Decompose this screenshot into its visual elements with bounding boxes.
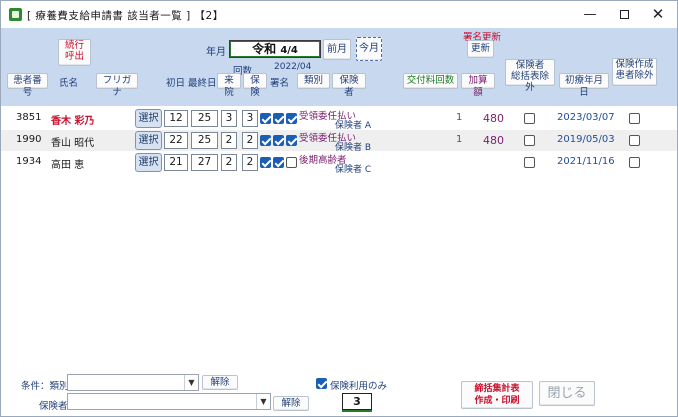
delivery-count: 1 (456, 112, 463, 123)
application-window: [ 療養費支給申請書 該当者一覧 ] 【2】 — ✕ 続行 呼出 年月 令和 4… (0, 0, 678, 417)
row-check-3[interactable] (286, 113, 297, 124)
col-name: 氏名 (59, 78, 79, 89)
visits-field[interactable]: 3 (221, 110, 237, 127)
patient-name: 高田 恵 (51, 160, 85, 171)
table-row[interactable]: 3851 香木 彩乃 選択 12 25 3 3 受領委任払い 保険者 A 1 4… (1, 108, 677, 131)
select-button[interactable]: 選択 (135, 153, 162, 172)
insurance-create-line2: 患者除外 (615, 69, 654, 81)
maximize-icon (619, 10, 629, 19)
select-button[interactable]: 選択 (135, 131, 162, 150)
clear-insurer-button[interactable]: 解除 (273, 396, 309, 411)
insurance-only-checkbox[interactable] (316, 378, 327, 389)
insurance-create-exclude-check[interactable] (629, 135, 640, 146)
insurer-exclude-check[interactable] (524, 157, 535, 168)
table-row[interactable]: 1990 香山 昭代 選択 22 25 2 2 受領委任払い 保険者 B 1 4… (1, 130, 677, 153)
period-label: 2022/04 (274, 62, 312, 72)
insurance-create-button[interactable]: 保険作成 患者除外 (612, 58, 657, 86)
col-first-date[interactable]: 初療年月日 (559, 73, 609, 98)
last-day-field[interactable]: 25 (191, 132, 218, 149)
col-insurance[interactable]: 保険 (243, 73, 267, 98)
minimize-button[interactable]: — (573, 1, 607, 28)
last-day-field[interactable]: 27 (191, 154, 218, 171)
select-button[interactable]: 選択 (135, 109, 162, 128)
insurer-exclude-button[interactable]: 保険者 総括表除外 (505, 59, 555, 93)
this-month-button[interactable]: 今月 (356, 37, 382, 61)
first-date: 2023/03/07 (557, 112, 615, 123)
first-day-field[interactable]: 22 (164, 132, 188, 149)
date-value: 4/4 (280, 45, 298, 56)
row-check-1[interactable] (260, 157, 271, 168)
clear-category-button[interactable]: 解除 (202, 375, 238, 390)
added-amount: 480 (483, 112, 504, 125)
summary-line2: 作成・印刷 (474, 396, 520, 406)
row-check-1[interactable] (260, 113, 271, 124)
col-insurer[interactable]: 保険者 (332, 73, 366, 98)
app-icon (9, 8, 22, 21)
insurance-field[interactable]: 2 (242, 154, 258, 171)
year-month-field[interactable]: 令和 4/4 (229, 40, 321, 58)
col-furigana[interactable]: フリガナ (96, 73, 138, 98)
col-added-amount[interactable]: 加算額 (461, 73, 495, 98)
insurance-field[interactable]: 2 (242, 132, 258, 149)
insurer-name: 保険者 C (335, 165, 372, 175)
count-field[interactable]: 3 (342, 393, 372, 410)
insurer-filter-label: 保険者 (39, 401, 68, 412)
insurer-exclude-line2: 総括表除外 (510, 70, 549, 93)
close-button[interactable]: 閉じる (539, 381, 595, 406)
first-day-field[interactable]: 12 (164, 110, 188, 127)
insurance-field[interactable]: 3 (242, 110, 258, 127)
col-patient-no[interactable]: 患者番号 (7, 73, 48, 98)
insurance-only-label: 保険利用のみ (330, 381, 388, 392)
insurer-exclude-check[interactable] (524, 135, 535, 146)
visits-field[interactable]: 2 (221, 154, 237, 171)
condition-category-label: 条件：類別 (21, 381, 69, 392)
date-era: 令和 (252, 42, 277, 56)
category-filter-select[interactable]: ▼ (67, 374, 199, 391)
continue-call-line2: 呼出 (64, 50, 84, 62)
insurer-filter-select[interactable]: ▼ (67, 393, 271, 410)
col-last-day: 最終日 (188, 78, 217, 89)
patient-no: 3851 (16, 112, 42, 123)
col-category[interactable]: 類別 (297, 73, 330, 89)
close-window-button[interactable]: ✕ (641, 1, 675, 28)
patient-name: 香山 昭代 (51, 138, 95, 149)
last-day-field[interactable]: 25 (191, 110, 218, 127)
row-check-2[interactable] (273, 113, 284, 124)
chevron-down-icon: ▼ (256, 394, 270, 409)
patient-name: 香木 彩乃 (51, 116, 95, 127)
first-day-field[interactable]: 21 (164, 154, 188, 171)
maximize-button[interactable] (607, 1, 641, 28)
patient-no: 1934 (16, 156, 42, 167)
col-delivery-count[interactable]: 交付料回数 (403, 73, 458, 89)
year-month-label: 年月 (206, 47, 226, 58)
col-first-day: 初日 (166, 78, 186, 89)
window-title: [ 療養費支給申請書 該当者一覧 ] 【2】 (27, 10, 224, 22)
row-check-1[interactable] (260, 135, 271, 146)
visits-field[interactable]: 2 (221, 132, 237, 149)
insurer-exclude-check[interactable] (524, 113, 535, 124)
row-check-3[interactable] (286, 157, 297, 168)
delivery-count: 1 (456, 134, 463, 145)
insurance-create-exclude-check[interactable] (629, 157, 640, 168)
insurance-create-exclude-check[interactable] (629, 113, 640, 124)
row-check-2[interactable] (273, 135, 284, 146)
continue-call-button[interactable]: 続行 呼出 (58, 39, 91, 66)
prev-month-button[interactable]: 前月 (323, 39, 351, 60)
col-signature: 署名 (270, 78, 290, 89)
patient-no: 1990 (16, 134, 42, 145)
first-date: 2021/11/16 (557, 156, 615, 167)
summary-print-button[interactable]: 締括集計表 作成・印刷 (461, 381, 533, 409)
row-check-3[interactable] (286, 135, 297, 146)
row-check-2[interactable] (273, 157, 284, 168)
summary-line1: 締括集計表 (474, 384, 520, 394)
chevron-down-icon: ▼ (184, 375, 198, 390)
signature-update-button[interactable]: 更新 (467, 40, 494, 58)
added-amount: 480 (483, 134, 504, 147)
title-bar: [ 療養費支給申請書 該当者一覧 ] 【2】 — ✕ (1, 1, 677, 28)
table-row[interactable]: 1934 高田 恵 選択 21 27 2 2 後期高齢者 保険者 C 2021/… (1, 152, 677, 175)
first-date: 2019/05/03 (557, 134, 615, 145)
col-visits[interactable]: 来院 (217, 73, 241, 98)
